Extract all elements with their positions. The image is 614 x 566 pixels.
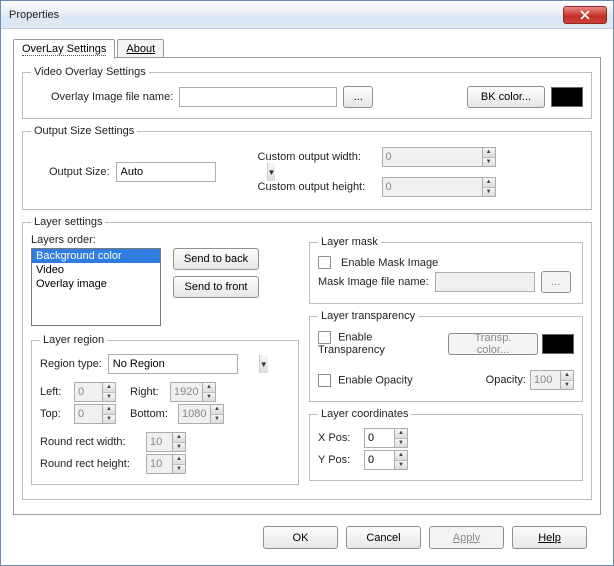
custom-height-label: Custom output height:: [258, 181, 376, 193]
region-type-select[interactable]: ▼: [108, 354, 238, 374]
xpos-label: X Pos:: [318, 432, 358, 444]
video-overlay-group: Video Overlay Settings Overlay Image fil…: [22, 66, 592, 119]
rrw-spinner[interactable]: ▲▼: [146, 432, 186, 452]
enable-transparency-checkbox[interactable]: [318, 331, 331, 344]
layer-transparency-legend: Layer transparency: [318, 310, 418, 322]
titlebar: Properties: [1, 1, 613, 29]
custom-height-spinner[interactable]: ▲▼: [382, 177, 496, 197]
layer-settings-group: Layer settings Layers order: Background …: [22, 216, 592, 500]
rrw-label: Round rect width:: [40, 436, 140, 448]
layer-transparency-group: Layer transparency Enable Transparency T…: [309, 310, 583, 402]
enable-opacity-checkbox[interactable]: [318, 374, 331, 387]
list-item[interactable]: Overlay image: [32, 277, 160, 291]
output-size-label: Output Size:: [49, 166, 110, 178]
bottom-label: Bottom:: [130, 408, 172, 420]
spin-up-icon[interactable]: ▲: [483, 178, 495, 188]
help-button[interactable]: Help: [512, 526, 587, 549]
properties-window: Properties OverLay Settings About Video …: [0, 0, 614, 566]
bk-color-swatch: [551, 87, 583, 107]
list-item[interactable]: Background color: [32, 249, 160, 263]
spin-down-icon[interactable]: ▼: [483, 188, 495, 197]
layer-coordinates-legend: Layer coordinates: [318, 408, 411, 420]
ypos-spinner[interactable]: ▲▼: [364, 450, 408, 470]
spin-up-icon[interactable]: ▲: [483, 148, 495, 158]
top-spinner[interactable]: ▲▼: [74, 404, 116, 424]
window-title: Properties: [9, 9, 563, 21]
opacity-label: Opacity:: [486, 374, 526, 386]
enable-mask-label: Enable Mask Image: [341, 257, 438, 269]
layers-order-list[interactable]: Background color Video Overlay image: [31, 248, 161, 326]
tab-panel: Video Overlay Settings Overlay Image fil…: [13, 57, 601, 515]
apply-button[interactable]: Apply: [429, 526, 504, 549]
layer-region-group: Layer region Region type: ▼ Left: ▲▼: [31, 334, 299, 485]
list-item[interactable]: Video: [32, 263, 160, 277]
bottom-spinner[interactable]: ▲▼: [178, 404, 224, 424]
rrh-spinner[interactable]: ▲▼: [146, 454, 186, 474]
rrh-label: Round rect height:: [40, 458, 140, 470]
overlay-file-label: Overlay Image file name:: [51, 91, 173, 103]
xpos-spinner[interactable]: ▲▼: [364, 428, 408, 448]
tab-overlay-settings[interactable]: OverLay Settings: [13, 39, 115, 59]
cancel-button[interactable]: Cancel: [346, 526, 421, 549]
layer-mask-legend: Layer mask: [318, 236, 381, 248]
mask-file-input[interactable]: [435, 272, 535, 292]
layer-region-legend: Layer region: [40, 334, 107, 346]
close-icon: [580, 10, 590, 20]
spin-down-icon[interactable]: ▼: [483, 158, 495, 167]
transp-color-swatch: [542, 334, 574, 354]
tabstrip: OverLay Settings About: [13, 39, 601, 58]
ok-button[interactable]: OK: [263, 526, 338, 549]
custom-width-spinner[interactable]: ▲▼: [382, 147, 496, 167]
right-spinner[interactable]: ▲▼: [170, 382, 216, 402]
content-area: OverLay Settings About Video Overlay Set…: [1, 29, 613, 565]
layer-mask-group: Layer mask Enable Mask Image Mask Image …: [309, 236, 583, 304]
video-overlay-legend: Video Overlay Settings: [31, 66, 149, 78]
close-button[interactable]: [563, 6, 607, 24]
enable-mask-checkbox[interactable]: [318, 256, 331, 269]
tab-about[interactable]: About: [117, 39, 164, 58]
overlay-file-browse-button[interactable]: ...: [343, 86, 373, 108]
left-label: Left:: [40, 386, 68, 398]
opacity-spinner[interactable]: ▲▼: [530, 370, 574, 390]
layer-settings-legend: Layer settings: [31, 216, 105, 228]
send-to-front-button[interactable]: Send to front: [173, 276, 259, 298]
send-to-back-button[interactable]: Send to back: [173, 248, 259, 270]
left-spinner[interactable]: ▲▼: [74, 382, 116, 402]
overlay-file-input[interactable]: [179, 87, 337, 107]
region-type-label: Region type:: [40, 358, 102, 370]
layers-order-label: Layers order:: [31, 234, 299, 246]
bk-color-button[interactable]: BK color...: [467, 86, 545, 108]
output-size-select[interactable]: ▼: [116, 162, 216, 182]
output-size-value: [117, 163, 267, 181]
transp-color-button[interactable]: Transp. color...: [448, 333, 538, 355]
output-size-legend: Output Size Settings: [31, 125, 137, 137]
mask-file-browse-button[interactable]: ...: [541, 271, 571, 293]
enable-opacity-label: Enable Opacity: [338, 374, 413, 386]
right-label: Right:: [130, 386, 164, 398]
top-label: Top:: [40, 408, 68, 420]
layer-coordinates-group: Layer coordinates X Pos: ▲▼ Y Pos: ▲▼: [309, 408, 583, 481]
dialog-footer: OK Cancel Apply Help: [13, 515, 601, 559]
mask-file-label: Mask Image file name:: [318, 276, 429, 288]
ypos-label: Y Pos:: [318, 454, 358, 466]
chevron-down-icon[interactable]: ▼: [259, 355, 268, 373]
output-size-group: Output Size Settings Output Size: ▼ Cust…: [22, 125, 592, 210]
custom-width-label: Custom output width:: [258, 151, 376, 163]
